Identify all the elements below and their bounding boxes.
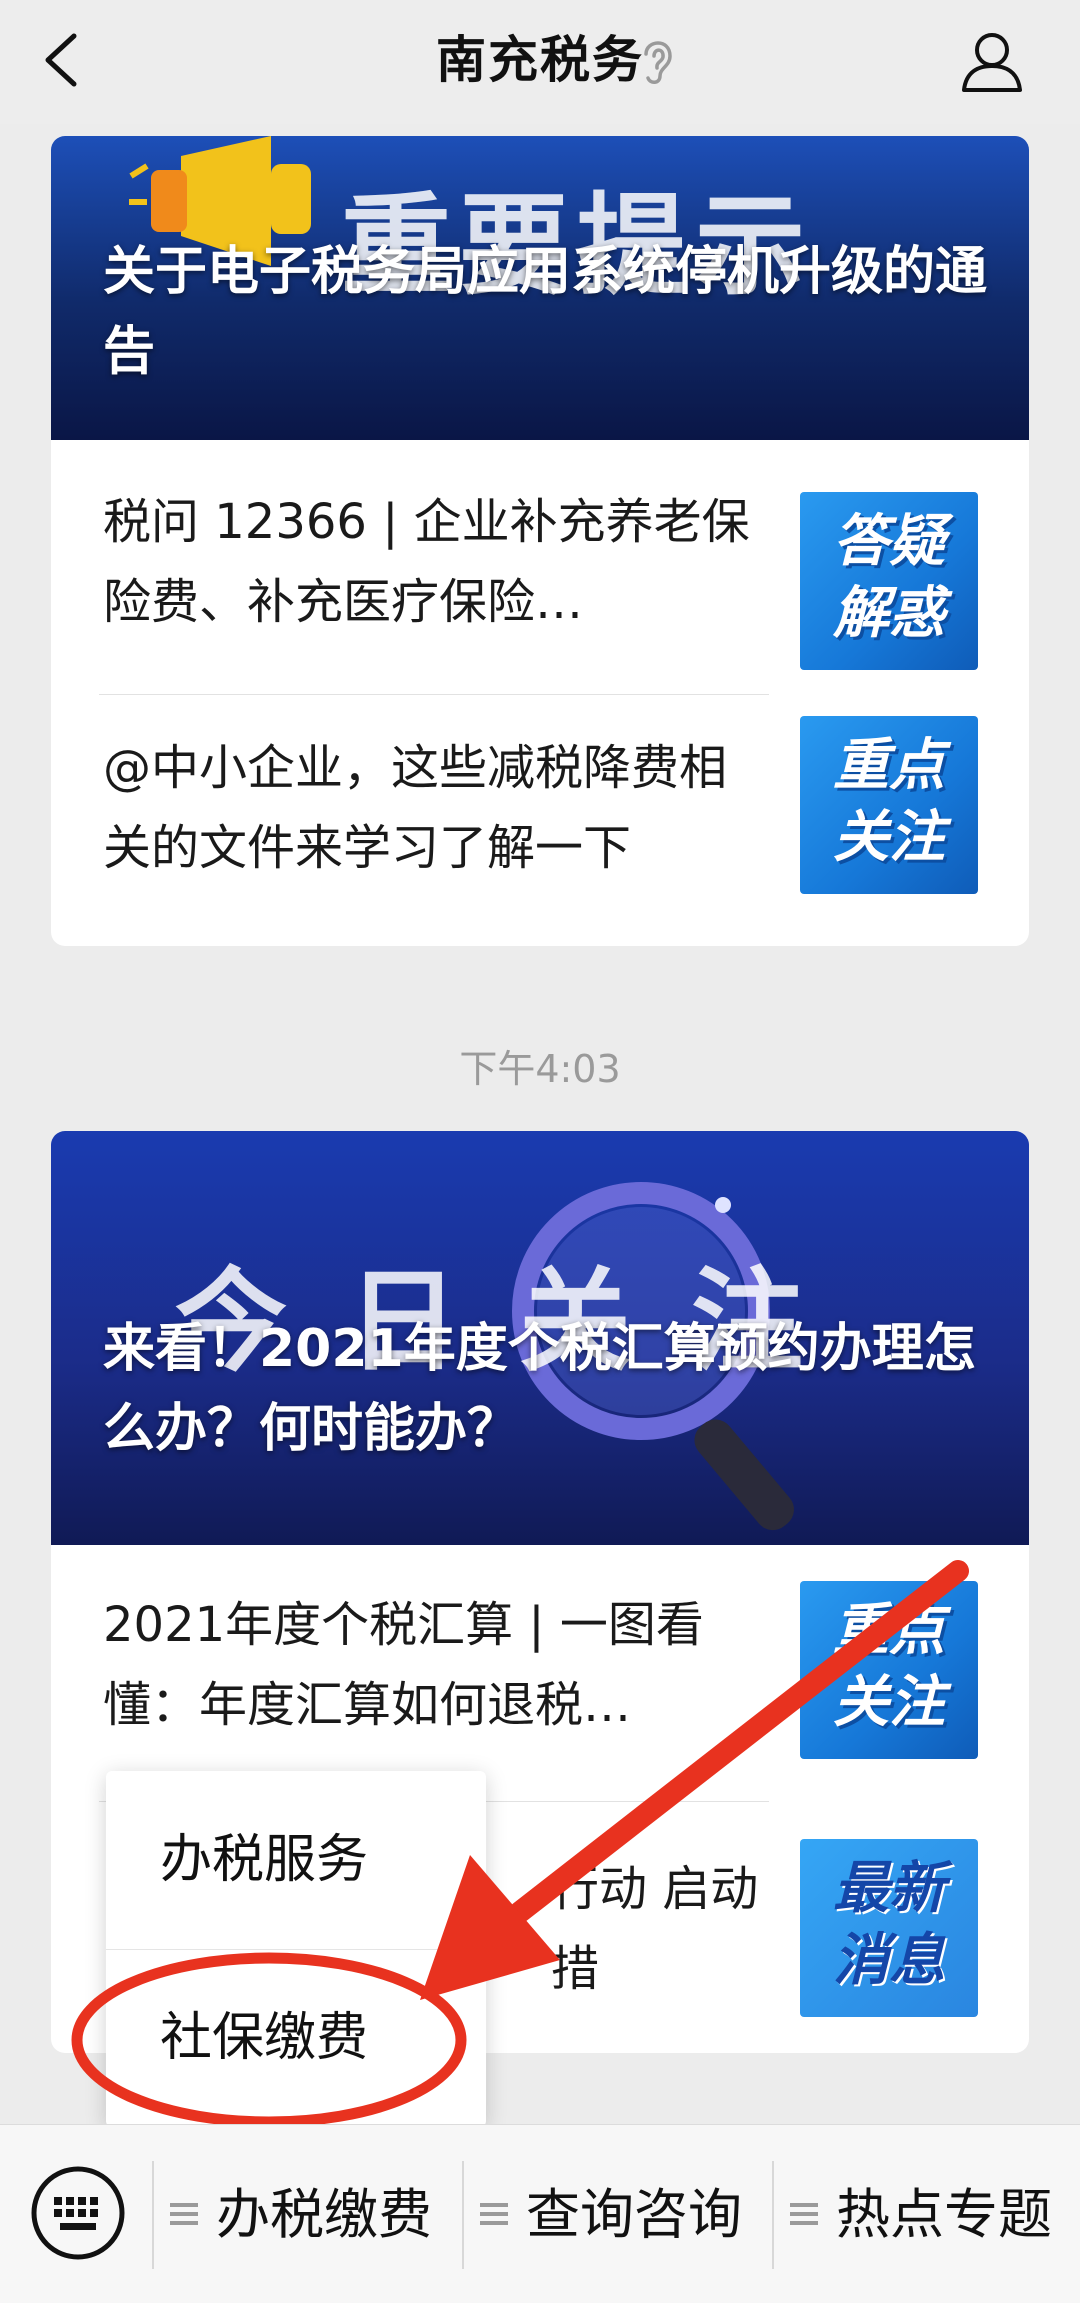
menu-tab-tax-payment[interactable]: 办税缴费 <box>170 2125 460 2303</box>
divider <box>99 694 769 695</box>
menu-item-social-insurance[interactable]: 社保缴费 <box>106 1949 486 2127</box>
menu-lines-icon <box>790 2203 818 2225</box>
thumbnail-label: 答疑解惑 <box>833 509 945 646</box>
thumbnail-label: 重点关注 <box>833 733 945 870</box>
article-item-title: @中小企业，这些减税降费相关的文件来学习了解一下 <box>103 740 728 876</box>
chat-screen: 南充税务 重要提示 关于电子税务局应用系统停机升级的通告 税问 12366 | … <box>0 0 1080 2303</box>
menu-lines-icon <box>480 2203 508 2225</box>
ear-icon <box>644 41 672 84</box>
menu-tab-hot-topics[interactable]: 热点专题 <box>790 2125 1080 2303</box>
article-thumbnail: 答疑解惑 <box>800 492 978 670</box>
menu-tab-query-consult[interactable]: 查询咨询 <box>480 2125 770 2303</box>
thumbnail-label: 最新消息 <box>833 1856 945 1993</box>
article-item-title: 税问 12366 | 企业补充养老保险费、补充医疗保险… <box>103 494 750 630</box>
article-banner-1[interactable]: 重要提示 关于电子税务局应用系统停机升级的通告 <box>51 136 1029 440</box>
thumbnail-label: 重点关注 <box>833 1598 945 1735</box>
keyboard-toggle-button[interactable] <box>30 2165 126 2261</box>
menu-tab-label: 查询咨询 <box>526 2183 742 2246</box>
article-thumbnail: 重点关注 <box>800 1581 978 1759</box>
top-bar: 南充税务 <box>0 0 1080 124</box>
profile-icon <box>962 33 1022 92</box>
page-title: 南充税务 <box>436 31 644 89</box>
divider <box>772 2161 774 2269</box>
message-timestamp: 下午4:03 <box>459 1047 621 1091</box>
keyboard-icon <box>31 2166 125 2260</box>
popup-menu: 办税服务 社保缴费 <box>106 1771 486 2127</box>
bottom-menu-bar: 办税缴费 查询咨询 热点专题 <box>0 2124 1080 2303</box>
article-item[interactable]: 2021年度个税汇算 | 一图看懂：年度汇算如何退税… 重点关注 <box>51 1545 1029 1791</box>
divider <box>462 2161 464 2269</box>
divider <box>152 2161 154 2269</box>
menu-item-tax-service[interactable]: 办税服务 <box>106 1771 486 1949</box>
article-item-title-fragment: 行动 启动 <box>551 1861 759 1917</box>
article-headline: 关于电子税务局应用系统停机升级的通告 <box>103 242 988 382</box>
menu-tab-label: 热点专题 <box>836 2183 1052 2246</box>
article-item-title-fragment: 措 <box>551 1941 600 1997</box>
article-banner-2[interactable]: 今日关注 来看！2021年度个税汇算预约办理怎么办？何时能办？ <box>51 1131 1029 1545</box>
profile-button[interactable] <box>958 26 1026 94</box>
article-card-1: 重要提示 关于电子税务局应用系统停机升级的通告 税问 12366 | 企业补充养… <box>51 136 1029 946</box>
menu-tab-label: 办税缴费 <box>216 2183 432 2246</box>
article-item[interactable]: @中小企业，这些减税降费相关的文件来学习了解一下 重点关注 <box>51 696 1029 946</box>
article-headline: 来看！2021年度个税汇算预约办理怎么办？何时能办？ <box>103 1319 976 1459</box>
menu-lines-icon <box>170 2203 198 2225</box>
article-item-title: 2021年度个税汇算 | 一图看懂：年度汇算如何退税… <box>103 1597 704 1733</box>
article-thumbnail: 最新消息 <box>800 1839 978 2017</box>
article-item[interactable]: 税问 12366 | 企业补充养老保险费、补充医疗保险… 答疑解惑 <box>51 440 1029 696</box>
article-thumbnail: 重点关注 <box>800 716 978 894</box>
